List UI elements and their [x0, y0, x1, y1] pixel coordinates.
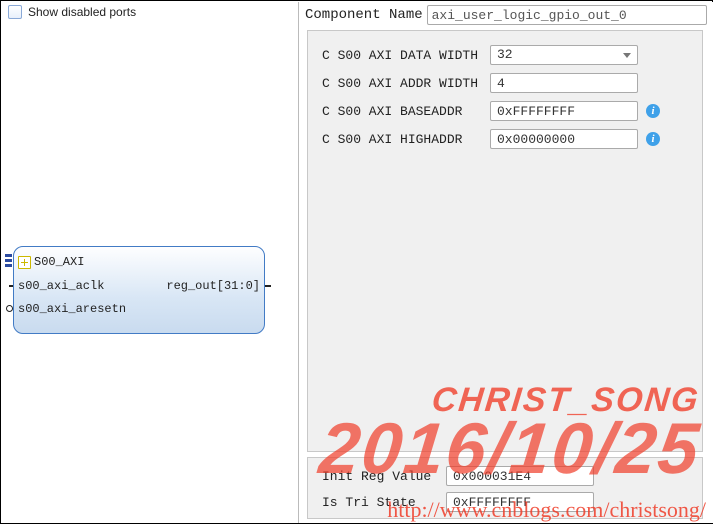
- param-label: C S00 AXI BASEADDR: [322, 104, 490, 119]
- out-port-row[interactable]: reg_out[31:0]: [166, 279, 260, 293]
- bus-port-label: S00_AXI: [34, 255, 84, 269]
- invert-bubble-icon: [6, 305, 13, 312]
- param-label: C S00 AXI DATA WIDTH: [322, 48, 490, 63]
- param-label: C S00 AXI ADDR WIDTH: [322, 76, 490, 91]
- param-tristate-input[interactable]: 0xFFFFFFFF: [446, 492, 594, 512]
- app-root: Show disabled ports S00_AXI s00_axi_aclk…: [0, 0, 713, 524]
- show-disabled-ports-option[interactable]: Show disabled ports: [8, 5, 136, 19]
- param-label: C S00 AXI HIGHADDR: [322, 132, 490, 147]
- info-icon[interactable]: i: [646, 104, 660, 118]
- component-name-label: Component Name: [305, 7, 423, 23]
- param-row-init-reg: Init Reg Value 0x000031E4: [322, 466, 594, 486]
- clk-port-row[interactable]: s00_axi_aclk: [18, 279, 104, 293]
- param-row-baseaddr: C S00 AXI BASEADDR 0xFFFFFFFF i: [322, 101, 660, 121]
- param-value: 32: [497, 47, 513, 62]
- component-name-input[interactable]: axi_user_logic_gpio_out_0: [427, 5, 707, 25]
- param-row-highaddr: C S00 AXI HIGHADDR 0x00000000 i: [322, 129, 660, 149]
- param-addr-width-input[interactable]: 4: [490, 73, 638, 93]
- axi-params-panel: C S00 AXI DATA WIDTH 32 C S00 AXI ADDR W…: [307, 30, 703, 452]
- param-row-addr-width: C S00 AXI ADDR WIDTH 4: [322, 73, 638, 93]
- ip-block[interactable]: S00_AXI s00_axi_aclk s00_axi_aresetn reg…: [13, 246, 265, 334]
- rstn-port-bubble-outer: [6, 305, 13, 312]
- info-icon[interactable]: i: [646, 132, 660, 146]
- diagram-pane: Show disabled ports S00_AXI s00_axi_aclk…: [2, 2, 299, 523]
- bus-port-tip: [5, 254, 12, 267]
- param-init-reg-input[interactable]: 0x000031E4: [446, 466, 594, 486]
- expand-icon[interactable]: [18, 256, 31, 269]
- show-disabled-label: Show disabled ports: [28, 5, 136, 19]
- show-disabled-checkbox[interactable]: [8, 5, 22, 19]
- out-port-label: reg_out[31:0]: [166, 279, 260, 293]
- clk-port-label: s00_axi_aclk: [18, 279, 104, 293]
- param-row-data-width: C S00 AXI DATA WIDTH 32: [322, 45, 638, 65]
- properties-pane: Component Name axi_user_logic_gpio_out_0…: [299, 2, 713, 523]
- param-label: Init Reg Value: [322, 469, 446, 484]
- rstn-port-label: s00_axi_aresetn: [18, 302, 126, 316]
- bus-port-row[interactable]: S00_AXI: [18, 255, 84, 269]
- param-data-width-select[interactable]: 32: [490, 45, 638, 65]
- param-highaddr-input[interactable]: 0x00000000: [490, 129, 638, 149]
- param-label: Is Tri State: [322, 495, 446, 510]
- param-row-tristate: Is Tri State 0xFFFFFFFF: [322, 492, 594, 512]
- param-baseaddr-input[interactable]: 0xFFFFFFFF: [490, 101, 638, 121]
- out-port-stub: [265, 285, 271, 287]
- chevron-down-icon: [623, 53, 631, 58]
- rstn-port-row[interactable]: s00_axi_aresetn: [18, 302, 126, 316]
- extra-params-panel: Init Reg Value 0x000031E4 Is Tri State 0…: [307, 457, 703, 519]
- component-name-row: Component Name axi_user_logic_gpio_out_0: [305, 5, 707, 25]
